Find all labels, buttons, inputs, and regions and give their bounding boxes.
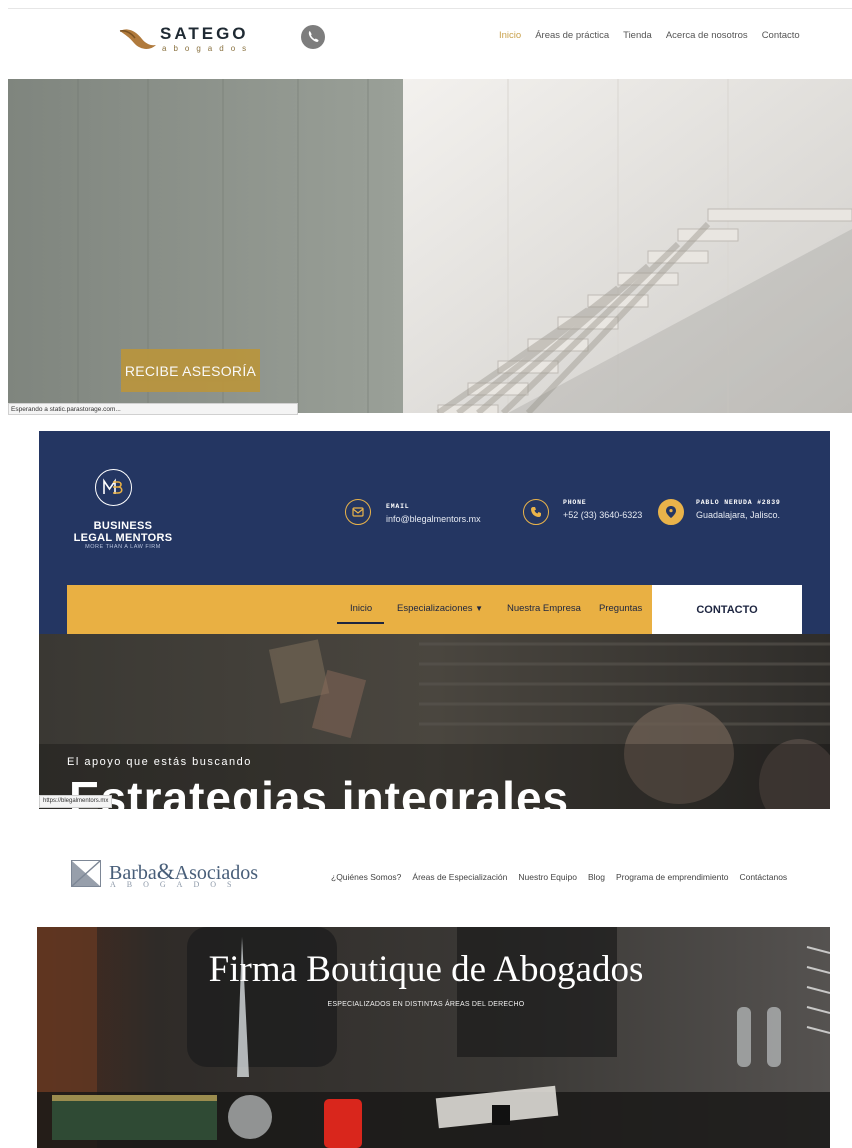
nav-areas-de-especializacion[interactable]: Áreas de Especialización — [412, 872, 507, 882]
barba-brand-sub: ABOGADOS — [110, 880, 243, 889]
whatsapp-icon[interactable] — [301, 25, 325, 49]
email-icon — [345, 499, 371, 525]
blm-brand-line1: BUSINESS — [93, 520, 153, 532]
caret-down-icon: ▼ — [475, 604, 484, 613]
phone-icon — [523, 499, 549, 525]
nav-areas-de-practica[interactable]: Áreas de práctica — [535, 30, 609, 41]
nav-blog[interactable]: Blog — [588, 872, 605, 882]
satego-logo-icon[interactable] — [118, 25, 158, 51]
barba-logo-icon[interactable] — [71, 860, 101, 887]
browser-status-bar: https://blegalmentors.mx — [39, 795, 113, 808]
barba-screenshot: Barba&Asociados ABOGADOS ¿Quiénes Somos?… — [0, 832, 852, 1148]
blm-screenshot: BUSINESS LEGAL MENTORS MORE THAN A LAW F… — [39, 431, 830, 809]
contacto-button[interactable]: CONTACTO — [652, 585, 802, 634]
blm-brand-line2: LEGAL MENTORS — [73, 532, 173, 544]
barba-nav: ¿Quiénes Somos? Áreas de Especialización… — [331, 872, 798, 882]
hero-subtitle: ESPECIALIZADOS EN DISTINTAS ÁREAS DEL DE… — [327, 1001, 525, 1008]
nav-quienes-somos[interactable]: ¿Quiénes Somos? — [331, 872, 401, 882]
nav-nuestra-empresa[interactable]: Nuestra Empresa — [507, 603, 581, 614]
satego-brand-sub: abogados — [162, 44, 254, 53]
address-value: Guadalajara, Jalisco. — [696, 510, 781, 520]
active-nav-underline — [337, 622, 384, 624]
phone-value[interactable]: +52 (33) 3640-6323 — [563, 510, 642, 520]
blm-logo-icon[interactable] — [95, 469, 132, 506]
nav-inicio[interactable]: Inicio — [350, 603, 372, 614]
nav-acerca-de-nosotros[interactable]: Acerca de nosotros — [666, 30, 748, 41]
nav-tienda[interactable]: Tienda — [623, 30, 652, 41]
nav-programa-de-emprendimiento[interactable]: Programa de emprendimiento — [616, 872, 728, 882]
blm-brand-tagline: MORE THAN A LAW FIRM — [85, 544, 161, 550]
hero-headline: Estrategias integrales — [69, 772, 570, 809]
nav-inicio[interactable]: Inicio — [499, 30, 521, 41]
satego-screenshot: SATEGO abogados Inicio Áreas de práctica… — [0, 0, 852, 415]
satego-brand-name[interactable]: SATEGO — [160, 24, 249, 44]
nav-especializaciones-label: Especializaciones — [397, 603, 473, 614]
address-label: PABLO NERUDA #2839 — [696, 499, 781, 506]
nav-preguntas[interactable]: Preguntas — [599, 603, 642, 614]
hero-tagline: El apoyo que estás buscando — [67, 756, 252, 768]
phone-label: PHONE — [563, 499, 587, 506]
satego-nav: Inicio Áreas de práctica Tienda Acerca d… — [499, 30, 814, 41]
email-label: EMAIL — [386, 503, 410, 510]
browser-status-bar: Esperando a static.parastorage.com... — [8, 403, 298, 415]
nav-especializaciones[interactable]: Especializaciones ▼ — [397, 603, 483, 614]
hero-title: Firma Boutique de Abogados — [208, 949, 644, 990]
nav-nuestro-equipo[interactable]: Nuestro Equipo — [518, 872, 577, 882]
recibe-asesoria-button[interactable]: RECIBE ASESORÍA — [121, 349, 260, 392]
nav-contacto[interactable]: Contacto — [762, 30, 800, 41]
email-value[interactable]: info@blegalmentors.mx — [386, 514, 481, 524]
location-pin-icon — [658, 499, 684, 525]
nav-contactanos[interactable]: Contáctanos — [739, 872, 787, 882]
